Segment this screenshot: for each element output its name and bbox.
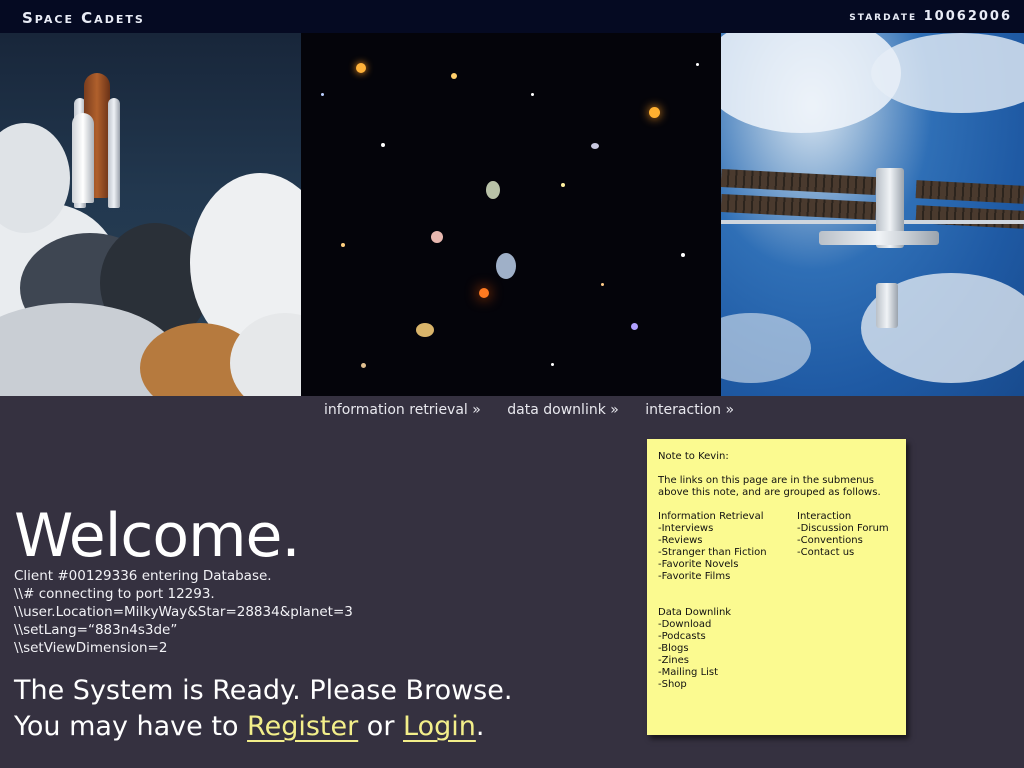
galaxy <box>431 231 443 243</box>
note-item: -Reviews <box>658 535 703 546</box>
register-link[interactable]: Register <box>247 711 358 742</box>
star <box>341 243 345 247</box>
note-item: -Blogs <box>658 643 689 654</box>
note-group-data-downlink: Data Downlink -Download -Podcasts -Blogs… <box>658 607 731 691</box>
galaxy <box>356 63 366 73</box>
space-station-photo <box>721 33 1024 396</box>
star <box>561 183 565 187</box>
note-intro: The links on this page are in the submen… <box>658 475 881 498</box>
note-item: -Zines <box>658 655 689 666</box>
main-nav: information retrieval » data downlink » … <box>324 402 756 418</box>
log-line: Client #00129336 entering Database. <box>14 568 272 584</box>
log-line: \\# connecting to port 12293. <box>14 586 215 602</box>
star <box>479 288 489 298</box>
note-item: -Conventions <box>797 535 863 546</box>
star <box>361 363 366 368</box>
period-text: . <box>475 711 485 742</box>
note-item: -Interviews <box>658 523 714 534</box>
solar-panel <box>721 193 877 221</box>
booster-right <box>108 98 120 208</box>
note-item: -Favorite Novels <box>658 559 739 570</box>
note-item: -Contact us <box>797 547 855 558</box>
star <box>601 283 604 286</box>
station-module <box>819 231 939 245</box>
earth-cloud <box>871 33 1024 113</box>
shuttle-launch-photo <box>0 33 301 396</box>
note-item: -Stranger than Fiction <box>658 547 767 558</box>
galaxy <box>451 73 457 79</box>
galaxy <box>591 143 599 149</box>
note-item: -Download <box>658 619 712 630</box>
top-bar: Space Cadets stardate 10062006 <box>0 0 1024 33</box>
sticky-note: Note to Kevin: The links on this page ar… <box>647 439 906 735</box>
site-brand[interactable]: Space Cadets <box>22 9 145 27</box>
login-link[interactable]: Login <box>403 711 476 742</box>
note-item: -Mailing List <box>658 667 719 678</box>
galaxy <box>649 107 660 118</box>
note-greeting: Note to Kevin: <box>658 451 729 462</box>
galaxy <box>416 323 434 337</box>
system-ready-message: The System is Ready. Please Browse. You … <box>14 673 512 745</box>
note-header: Note to Kevin: The links on this page ar… <box>658 451 900 499</box>
auth-prefix: You may have to <box>14 711 248 742</box>
star <box>321 93 324 96</box>
log-line: \\setViewDimension=2 <box>14 640 168 656</box>
stardate-label: stardate 10062006 <box>849 9 1012 24</box>
star <box>681 253 685 257</box>
log-line: \\setLang=“883n4s3de” <box>14 622 178 638</box>
note-item: -Shop <box>658 679 687 690</box>
orbiter <box>72 113 94 203</box>
nav-information-retrieval[interactable]: information retrieval » <box>324 402 481 418</box>
note-group-information-retrieval: Information Retrieval -Interviews -Revie… <box>658 511 767 583</box>
note-item: -Discussion Forum <box>797 523 889 534</box>
ready-line: The System is Ready. Please Browse. <box>14 675 513 706</box>
solar-panel <box>915 205 1024 229</box>
note-item: -Podcasts <box>658 631 706 642</box>
or-text: or <box>358 711 404 742</box>
star <box>696 63 699 66</box>
connection-log: Client #00129336 entering Database. \\# … <box>14 567 353 657</box>
auth-line: You may have to Register or Login. <box>14 709 512 745</box>
station-module <box>876 283 898 328</box>
galaxy <box>486 181 500 199</box>
note-item: -Favorite Films <box>658 571 731 582</box>
note-group-interaction: Interaction -Discussion Forum -Conventio… <box>797 511 889 559</box>
station-truss <box>721 220 1024 224</box>
solar-panel <box>721 168 877 196</box>
note-group-title: Data Downlink <box>658 607 732 618</box>
star <box>551 363 554 366</box>
star <box>381 143 385 147</box>
galaxy <box>496 253 516 279</box>
star <box>531 93 534 96</box>
note-group-title: Information Retrieval <box>658 511 764 522</box>
note-group-title: Interaction <box>797 511 852 522</box>
nav-interaction[interactable]: interaction » <box>645 402 734 418</box>
earth-cloud <box>721 313 811 383</box>
nav-data-downlink[interactable]: data downlink » <box>507 402 619 418</box>
solar-panel <box>915 180 1024 204</box>
deep-field-photo <box>301 33 721 396</box>
galaxy <box>631 323 638 330</box>
log-line: \\user.Location=MilkyWay&Star=28834&plan… <box>14 604 353 620</box>
photo-banner <box>0 33 1024 396</box>
welcome-title: Welcome. <box>14 501 301 571</box>
